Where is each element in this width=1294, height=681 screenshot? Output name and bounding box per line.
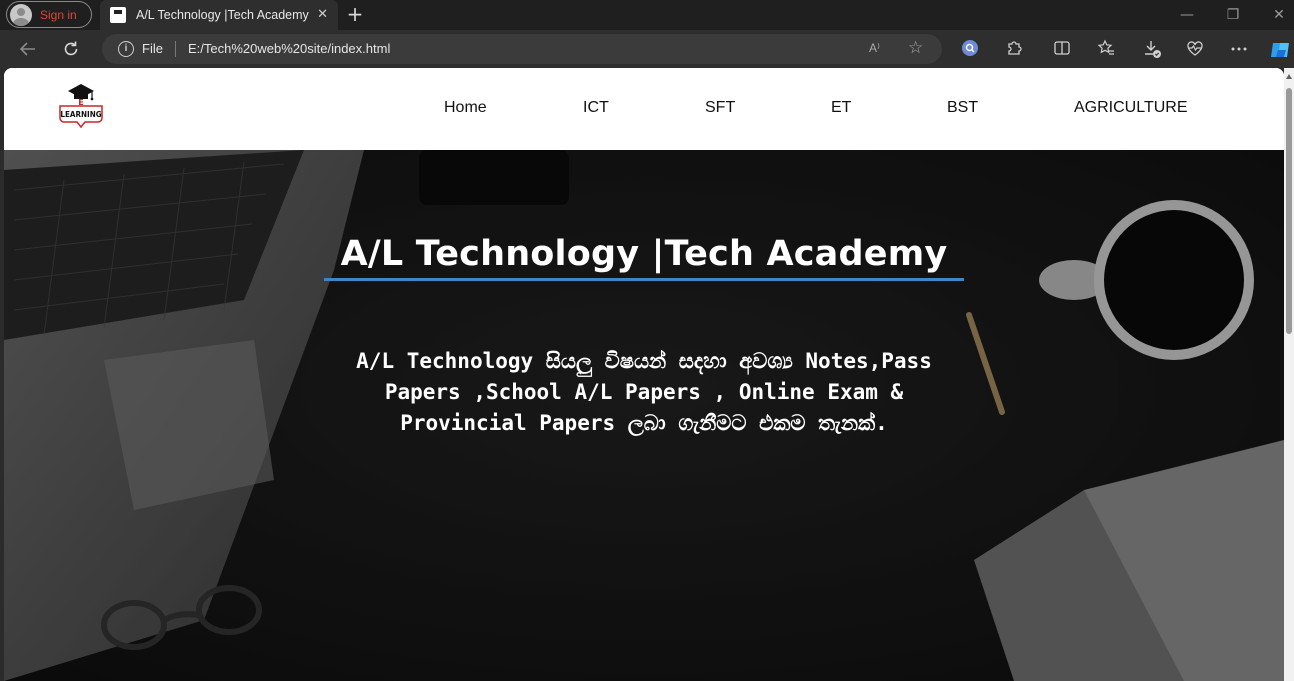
browser-window: Sign in A/L Technology |Tech Academy ✕ +…	[0, 0, 1294, 681]
restore-button[interactable]: ❐	[1210, 0, 1256, 30]
new-tab-button[interactable]: +	[345, 4, 365, 24]
split-screen-icon[interactable]	[1052, 39, 1072, 59]
favorites-icon[interactable]	[1096, 39, 1116, 59]
site-logo[interactable]: E LEARNING	[52, 78, 110, 136]
address-bar[interactable]: i File E:/Tech%20web%20site/index.html A…	[102, 34, 942, 64]
logo-text: LEARNING	[60, 110, 101, 119]
scroll-up-icon[interactable]	[1286, 74, 1292, 79]
minimize-button[interactable]: —	[1164, 0, 1210, 30]
close-tab-icon[interactable]: ✕	[317, 7, 328, 23]
read-aloud-icon[interactable]: A⁾	[869, 41, 880, 55]
nav-home[interactable]: Home	[444, 99, 487, 117]
info-icon[interactable]: i	[118, 41, 134, 57]
nav-sft[interactable]: SFT	[705, 99, 735, 117]
nav-agriculture[interactable]: AGRICULTURE	[1074, 99, 1188, 117]
more-icon[interactable]	[1229, 39, 1249, 59]
scroll-thumb[interactable]	[1286, 88, 1292, 334]
profile-button[interactable]: Sign in	[6, 1, 92, 28]
copilot-icon[interactable]	[1268, 39, 1294, 59]
hero-title: A/L Technology |Tech Academy	[340, 234, 948, 274]
hero-description: A/L Technology සියලු විෂයන් සදහා අවශ්‍ය …	[356, 349, 932, 435]
refresh-button[interactable]	[57, 35, 85, 63]
page-viewport: E LEARNING Home ICT SFT ET BST AGRICULTU…	[4, 68, 1284, 681]
nav-bst[interactable]: BST	[947, 99, 978, 117]
puzzle-icon[interactable]	[1004, 39, 1024, 59]
sign-in-label: Sign in	[40, 7, 77, 22]
back-arrow-icon	[19, 42, 35, 56]
site-favicon-icon	[110, 7, 126, 23]
download-icon[interactable]	[1142, 39, 1162, 59]
tab-title: A/L Technology |Tech Academy	[136, 8, 309, 22]
address-scheme: File	[142, 41, 163, 56]
browser-toolbar: i File E:/Tech%20web%20site/index.html A…	[0, 30, 1294, 68]
back-button[interactable]	[14, 35, 42, 63]
hero-section: A/L Technology |Tech Academy A/L Technol…	[4, 150, 1284, 681]
nav-ict[interactable]: ICT	[583, 99, 609, 117]
page-scrollbar[interactable]	[1284, 68, 1294, 681]
tab-active[interactable]: A/L Technology |Tech Academy ✕	[100, 0, 338, 30]
close-window-button[interactable]: ✕	[1256, 0, 1294, 30]
heart-pulse-icon[interactable]	[1185, 39, 1205, 59]
logo-letter: E	[78, 98, 83, 107]
avatar-icon	[10, 3, 32, 26]
nav-et[interactable]: ET	[831, 99, 851, 117]
refresh-icon	[64, 41, 78, 56]
star-icon[interactable]: ☆	[908, 38, 923, 58]
address-url[interactable]: E:/Tech%20web%20site/index.html	[188, 41, 390, 56]
hero-title-underline	[324, 278, 964, 281]
search-extension-icon[interactable]	[960, 39, 980, 59]
address-divider	[175, 41, 176, 57]
site-navbar: E LEARNING Home ICT SFT ET BST AGRICULTU…	[4, 68, 1284, 150]
tab-strip: Sign in A/L Technology |Tech Academy ✕ +…	[0, 0, 1294, 30]
